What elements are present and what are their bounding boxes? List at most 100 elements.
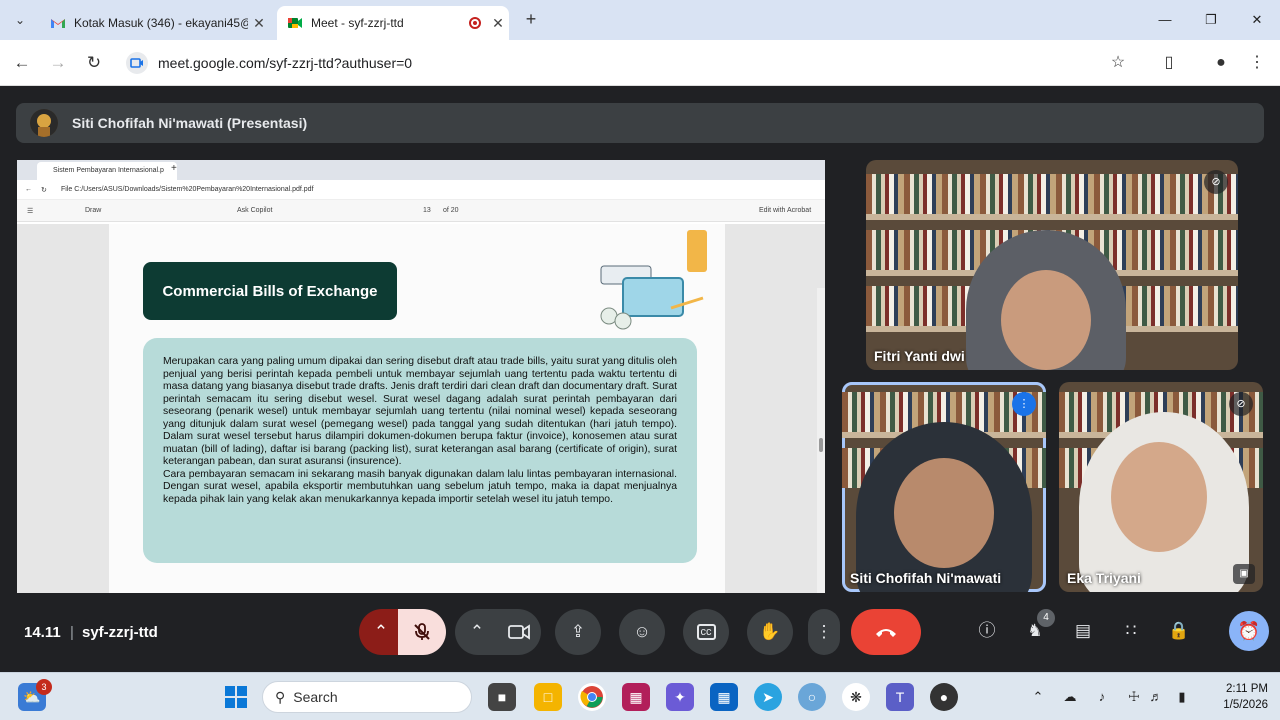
app-icon[interactable]: ▦ [622,683,650,711]
extensions-icon[interactable]: ▯ [1156,50,1182,76]
video-options-chevron-icon[interactable]: ⌃ [455,609,499,655]
mic-off-button[interactable] [398,609,446,655]
present-screen-button[interactable]: ⇪ [555,609,601,655]
hang-up-icon [876,629,896,637]
taskbar-time: 2:11 PM [1226,683,1268,695]
search-placeholder: Search [293,689,338,705]
camera-icon [508,624,530,640]
taskbar-date: 1/5/2026 [1223,699,1268,711]
file-explorer-icon[interactable]: □ [534,683,562,711]
people-count-badge: 4 [1037,609,1055,627]
url-text: meet.google.com/syf-zzrj-ttd?authuser=0 [158,55,413,71]
search-icon: ⚲ [275,688,286,705]
taskbar-clock[interactable]: 2:11 PM 1/5/2026 [1200,681,1268,713]
telegram-icon[interactable]: ➤ [754,683,782,711]
pdf-edit-acrobat-label: Edit with Acrobat [759,207,812,214]
timer-icon[interactable]: ⏰ [1229,611,1269,651]
camera-button[interactable] [497,609,541,655]
teams-icon[interactable]: T [886,683,914,711]
audio-options-chevron-icon[interactable]: ⌃ [359,609,403,655]
more-menu-icon[interactable]: ⋮ [1244,50,1270,76]
widgets-icon[interactable]: ⛅ 3 [18,679,52,711]
presenter-label: Siti Chofifah Ni'mawati (Presentasi) [72,115,308,131]
shelf-line [866,214,1238,220]
slide-title: Commercial Bills of Exchange [143,262,397,320]
pdf-ask-copilot-label: Ask Copilot [237,207,273,214]
close-tab-icon[interactable]: ✕ [248,15,270,32]
store-icon[interactable]: ▦ [710,683,738,711]
cash-register-illustration-icon [600,230,707,330]
tab-title: Meet - syf-zzrj-ttd [311,16,404,30]
shared-new-tab-icon: + [171,163,177,174]
pdf-draw-label: Draw [85,207,102,214]
close-tab-icon[interactable]: ✕ [487,15,509,32]
back-icon[interactable]: ← [9,50,35,76]
participant-tile[interactable]: ⋮ Siti Chofifah Ni'mawati [842,382,1046,592]
meeting-control-bar: 14.11 | syf-zzrj-ttd ⌃ ⌃ ⇪ ☺ cc ✋ ⋮ ⓘ ♞ 4… [0,607,1280,672]
tab-search-dropdown-icon[interactable]: ⌄ [10,10,30,30]
emoji-icon: ☺ [633,622,651,641]
forward-icon[interactable]: → [45,50,71,76]
divider: | [70,624,74,641]
more-options-button[interactable]: ⋮ [808,609,840,655]
shared-back-icon: ← [25,186,32,193]
mic-off-icon [414,623,430,640]
copilot-icon[interactable]: ✦ [666,683,694,711]
more-vert-icon: ⋮ [815,622,833,641]
close-window-icon[interactable]: ✕ [1234,6,1280,34]
new-tab-icon[interactable]: + [520,8,542,30]
recording-icon [469,17,481,29]
raise-hand-button[interactable]: ✋ [747,609,793,655]
tray-overflow-icon[interactable]: ⌃ [1028,687,1048,707]
participant-tile[interactable]: ⊘ Eka Triyani ▣ [1059,382,1263,592]
volume-icon[interactable]: ♬ [1146,687,1166,707]
shared-screen: Sistem Pembayaran Internasional.p + ← ↻ … [17,160,825,593]
host-controls-icon[interactable]: 🔒 [1165,617,1193,645]
shared-tab-title: Sistem Pembayaran Internasional.p [53,167,164,174]
meeting-info-icon[interactable]: ⓘ [973,617,1001,645]
participant-face [1111,442,1207,552]
onedrive-icon[interactable]: ☁ [1060,687,1080,707]
pdf-menu-icon: ☰ [27,208,34,215]
participant-name: Eka Triyani [1067,570,1141,586]
participant-face [1001,270,1091,370]
captions-button[interactable]: cc [683,609,729,655]
url-bar[interactable]: meet.google.com/syf-zzrj-ttd?authuser=0 [122,46,1142,80]
tab-meet[interactable]: Meet - syf-zzrj-ttd ✕ [277,6,509,40]
slide-body-text: Merupakan cara yang paling umum dipakai … [143,338,697,563]
reload-icon[interactable]: ↻ [81,50,107,76]
present-screen-icon: ⇪ [570,622,586,641]
minimize-icon[interactable]: — [1142,6,1188,34]
wifi-icon[interactable]: ☩ [1124,687,1144,707]
participant-face [894,458,994,568]
activities-icon[interactable]: ∷ [1117,617,1145,645]
mic-muted-icon: ⊘ [1204,170,1228,194]
start-windows-icon[interactable] [222,683,250,711]
meeting-clock: 14.11 [24,624,61,641]
chatgpt-icon[interactable]: ❋ [842,683,870,711]
bookmark-star-icon[interactable]: ☆ [1105,50,1131,76]
shared-browser-tabs: Sistem Pembayaran Internasional.p + [17,160,825,180]
restore-icon[interactable]: ❐ [1188,6,1234,34]
shared-address-bar: ← ↻ File C:/Users/ASUS/Downloads/Sistem%… [17,180,825,200]
tab-gmail[interactable]: Kotak Masuk (346) - ekayani45@ ✕ [40,6,270,40]
meeting-code: syf-zzrj-ttd [82,624,158,641]
leave-call-button[interactable] [851,609,921,655]
chat-icon[interactable]: ▤ [1069,617,1097,645]
hand-icon: ✋ [759,622,781,641]
pin-tile-icon[interactable]: ▣ [1233,564,1255,584]
site-info-icon[interactable] [126,52,148,74]
globe-app-icon[interactable]: ○ [798,683,826,711]
profile-avatar-icon[interactable]: ● [1208,50,1234,76]
chrome-icon[interactable] [578,683,606,711]
mic-tray-icon[interactable]: ♪ [1092,687,1112,707]
chrome-profile-icon[interactable]: ● [930,683,958,711]
reactions-button[interactable]: ☺ [619,609,665,655]
task-view-icon[interactable]: ■ [488,683,516,711]
slide-paragraph: Cara pembayaran semacam ini sekarang mas… [163,468,677,505]
people-icon[interactable]: ♞ 4 [1021,609,1055,645]
taskbar-search-input[interactable]: ⚲ Search [262,681,472,713]
battery-icon[interactable]: ▮ [1172,687,1192,707]
participant-tile[interactable]: ⊘ Fitri Yanti dwi [866,160,1238,370]
pdf-viewport: Commercial Bills of Exchange Merupakan c… [17,224,825,593]
